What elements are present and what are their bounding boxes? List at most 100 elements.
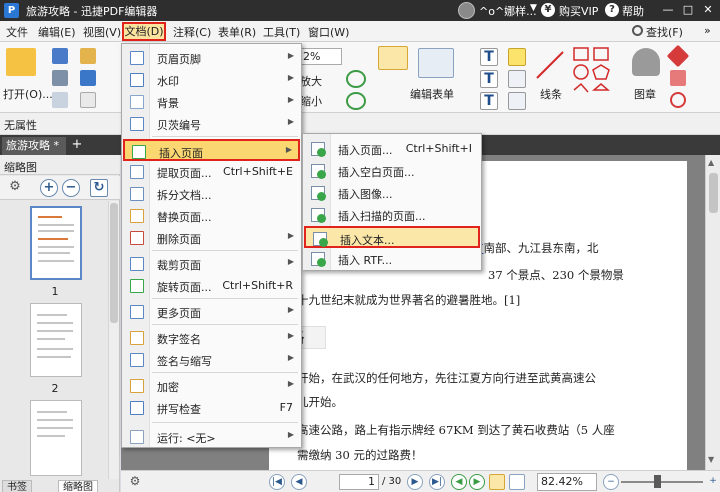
menu-document[interactable]: 文档(D) [122,22,166,41]
doc-menu-item-4[interactable]: 插入页面 ▶ [123,139,300,161]
find-button[interactable]: 查找(F) [646,24,683,40]
stamp-button[interactable]: 图章 [634,86,656,102]
insert-submenu-item-4[interactable]: 插入文本... [304,226,480,248]
forward-icon[interactable]: ▶ [469,474,485,490]
eraser-icon[interactable] [670,70,686,86]
form-icon[interactable] [418,48,454,78]
insert-submenu-item-5[interactable]: 插入 RTF... [304,248,480,270]
add-tab-button[interactable]: + [70,137,84,153]
two-page-icon[interactable] [509,474,525,490]
menu-edit[interactable]: 编辑(E) [38,24,76,40]
prev-page-icon[interactable]: ◀ [291,474,307,490]
maximize-icon[interactable]: □ [680,2,696,18]
doc-menu-item-14[interactable]: 加密 ▶ [123,375,300,397]
document-scrollbar[interactable]: ▲ ▼ [705,155,720,470]
text-tool-icon[interactable]: T [480,48,498,66]
doc-menu-item-6[interactable]: 拆分文档... [123,183,300,205]
doc-menu-item-11[interactable]: 更多页面 ▶ [123,301,300,323]
user-avatar[interactable] [458,2,475,19]
zoom-slider[interactable] [621,481,703,483]
tab-thumbnails[interactable]: 缩略图 [58,480,98,492]
tab-bookmarks[interactable]: 书签 [2,480,32,492]
minimize-icon[interactable]: — [660,2,676,18]
scroll-up-icon[interactable]: ▲ [708,158,714,167]
page-icon[interactable] [80,92,96,108]
shape-tools-icon[interactable] [572,46,628,110]
zoom-in-status-icon[interactable]: + [705,474,720,490]
document-scrollbar-thumb[interactable] [709,173,718,213]
note-icon[interactable] [508,48,526,66]
more-chevron-icon[interactable]: » [704,24,711,37]
menu-tools[interactable]: 工具(T) [263,24,300,40]
audio-icon[interactable] [508,92,526,110]
select-tool-icon[interactable] [378,46,408,70]
back-icon[interactable]: ◀ [451,474,467,490]
rotate-icon[interactable] [346,70,366,88]
print-icon[interactable] [52,70,68,86]
measure-icon[interactable] [666,44,690,68]
attach-icon[interactable] [508,70,526,88]
next-page-icon[interactable]: ▶ [407,474,423,490]
thumbnail-scrollbar-thumb[interactable] [110,203,118,323]
refresh-icon[interactable] [346,92,366,110]
email-icon[interactable] [80,48,96,64]
gear-icon[interactable]: ⚙ [6,179,24,197]
zoom-out-status-icon[interactable]: − [603,474,619,490]
doc-menu-item-15[interactable]: 拼写检查 F7 [123,397,300,419]
stamp-icon[interactable] [632,48,660,76]
user-name[interactable]: ^o^娜样... [479,3,537,19]
cloud-icon[interactable] [80,70,96,86]
doc-menu-item-9[interactable]: 裁剪页面 ▶ [123,253,300,275]
doc-menu-item-10[interactable]: 旋转页面... Ctrl+Shift+R [123,275,300,297]
textbox-icon[interactable]: T [480,92,498,110]
doc-menu-item-16[interactable]: 运行: <无> ▶ [123,426,300,448]
insert-submenu-item-0[interactable]: 插入页面... Ctrl+Shift+I [304,138,480,160]
thumbnail-scrollbar[interactable] [108,201,119,479]
single-page-icon[interactable] [489,474,505,490]
page-thumbnail-2[interactable] [30,303,82,377]
insert-submenu-item-2[interactable]: 插入图像... [304,182,480,204]
zoom-input[interactable]: 2% [300,48,342,65]
edit-form-button[interactable]: 编辑表单 [410,86,454,102]
scroll-down-icon[interactable]: ▼ [708,455,714,464]
properties-icon[interactable] [52,92,68,108]
menu-comment[interactable]: 注释(C) [173,24,211,40]
rotate-page-icon[interactable]: ↻ [90,179,108,197]
settings-icon[interactable]: ⚙ [127,474,143,490]
close-icon[interactable]: ✕ [700,2,716,18]
zoom-out-icon[interactable]: − [62,179,80,197]
doc-menu-item-3[interactable]: 贝茨编号 ▶ [123,113,300,135]
folder-open-icon[interactable] [6,48,36,76]
doc-menu-item-12[interactable]: 数字签名 ▶ [123,327,300,349]
line-tool-button[interactable]: 线条 [540,86,562,102]
help-link[interactable]: 帮助 [622,3,644,19]
doc-menu-item-1[interactable]: 水印 ▶ [123,69,300,91]
page-thumbnail-3[interactable] [30,400,82,476]
zoom-slider-handle[interactable] [654,475,661,488]
page-number-input[interactable]: 1 [339,474,379,490]
menu-window[interactable]: 窗口(W) [308,24,349,40]
buy-vip-link[interactable]: 购买VIP [559,3,598,19]
line-tool-icon[interactable] [535,50,565,80]
page-thumbnail-1[interactable] [30,206,82,280]
open-button[interactable]: 打开(O)... [3,86,53,102]
zoom-level-input[interactable]: 82.42% [537,473,597,491]
doc-menu-item-2[interactable]: 背景 ▶ [123,91,300,113]
menu-form[interactable]: 表单(R) [218,24,256,40]
insert-submenu-item-1[interactable]: 插入空白页面... [304,160,480,182]
chevron-down-icon[interactable]: ▼ [530,3,537,13]
doc-menu-item-5[interactable]: 提取页面... Ctrl+Shift+E [123,161,300,183]
doc-menu-item-0[interactable]: 页眉页脚 ▶ [123,47,300,69]
doc-menu-item-7[interactable]: 替换页面... [123,205,300,227]
first-page-icon[interactable]: |◀ [269,474,285,490]
no-entry-icon[interactable] [670,92,686,108]
typewriter-icon[interactable]: T [480,70,498,88]
doc-menu-item-8[interactable]: 删除页面 ▶ [123,227,300,249]
menu-view[interactable]: 视图(V) [83,24,121,40]
zoom-out-button[interactable]: 缩小 [300,93,322,109]
tab-document[interactable]: 旅游攻略 * ✕ [2,137,66,170]
doc-menu-item-13[interactable]: 签名与缩写 ▶ [123,349,300,371]
save-icon[interactable] [52,48,68,64]
insert-submenu-item-3[interactable]: 插入扫描的页面... [304,204,480,226]
zoom-in-button[interactable]: 放大 [300,73,322,89]
